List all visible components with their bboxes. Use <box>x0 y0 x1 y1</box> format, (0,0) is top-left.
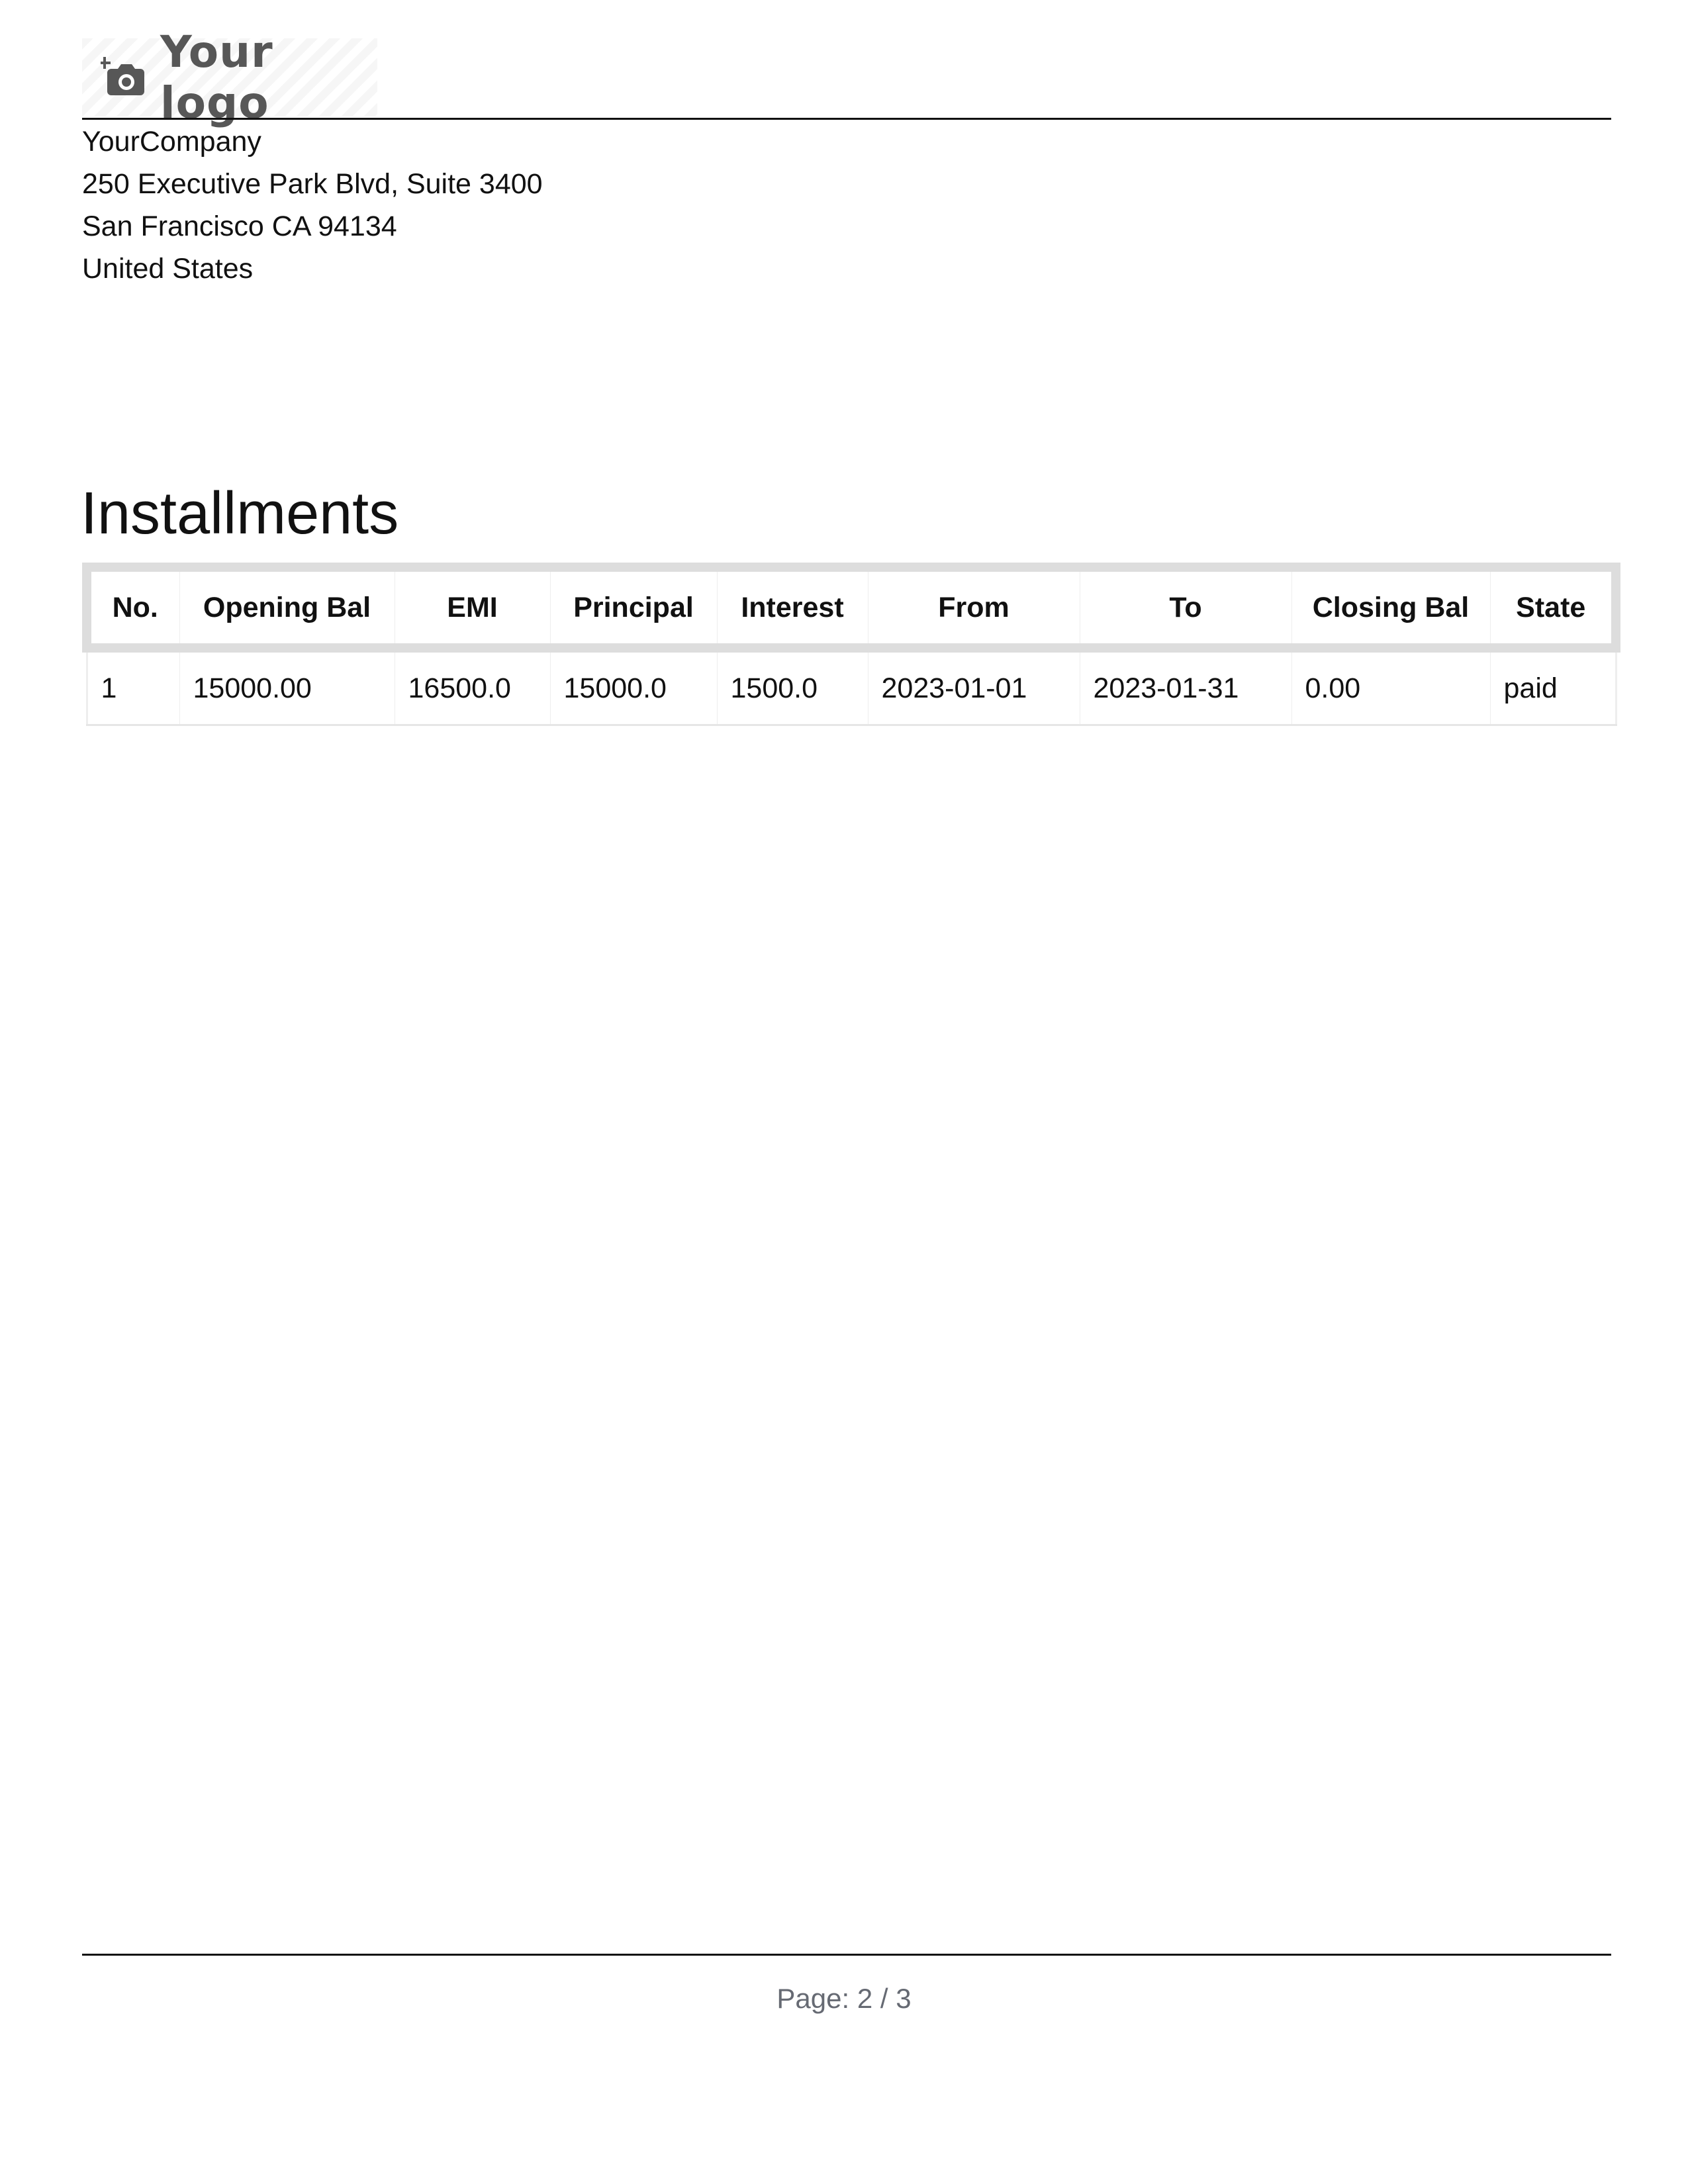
table-header-row: No. Opening Bal EMI Principal Interest F… <box>82 563 1620 653</box>
column-header-from: From <box>868 563 1080 653</box>
cell-emi: 16500.0 <box>395 648 551 726</box>
cell-to: 2023-01-31 <box>1080 648 1292 726</box>
installments-table-wrapper: No. Opening Bal EMI Principal Interest F… <box>82 563 1620 726</box>
address-line-1: 250 Executive Park Blvd, Suite 3400 <box>82 168 543 200</box>
document-page: Your logo YourCompany 250 Executive Park… <box>0 0 1688 2184</box>
company-logo: Your logo <box>82 26 377 128</box>
cell-state: paid <box>1490 648 1617 726</box>
cell-principal: 15000.0 <box>550 648 718 726</box>
company-address: YourCompany 250 Executive Park Blvd, Sui… <box>82 120 543 290</box>
footer-divider <box>82 1954 1611 1956</box>
address-country: United States <box>82 253 254 285</box>
logo-text: Your logo <box>160 26 273 128</box>
column-header-interest: Interest <box>717 563 868 653</box>
page-title: Installments <box>81 480 399 547</box>
address-line-2: San Francisco CA 94134 <box>82 210 397 242</box>
column-header-principal: Principal <box>550 563 718 653</box>
header-divider <box>82 118 1611 120</box>
cell-closing-bal: 0.00 <box>1291 648 1491 726</box>
installments-table: No. Opening Bal EMI Principal Interest F… <box>82 563 1620 726</box>
cell-interest: 1500.0 <box>717 648 868 726</box>
table-row: 1 15000.00 16500.0 15000.0 1500.0 2023-0… <box>85 648 1617 726</box>
column-header-to: To <box>1080 563 1292 653</box>
camera-plus-icon <box>99 54 147 101</box>
company-name: YourCompany <box>82 126 261 158</box>
page-number: Page: 2 / 3 <box>776 1983 912 2014</box>
column-header-emi: EMI <box>395 563 551 653</box>
cell-opening-bal: 15000.00 <box>179 648 395 726</box>
column-header-state: State <box>1490 563 1620 653</box>
cell-from: 2023-01-01 <box>868 648 1080 726</box>
column-header-opening-bal: Opening Bal <box>179 563 395 653</box>
column-header-closing-bal: Closing Bal <box>1291 563 1491 653</box>
column-header-no: No. <box>82 563 180 653</box>
cell-no: 1 <box>85 648 180 726</box>
